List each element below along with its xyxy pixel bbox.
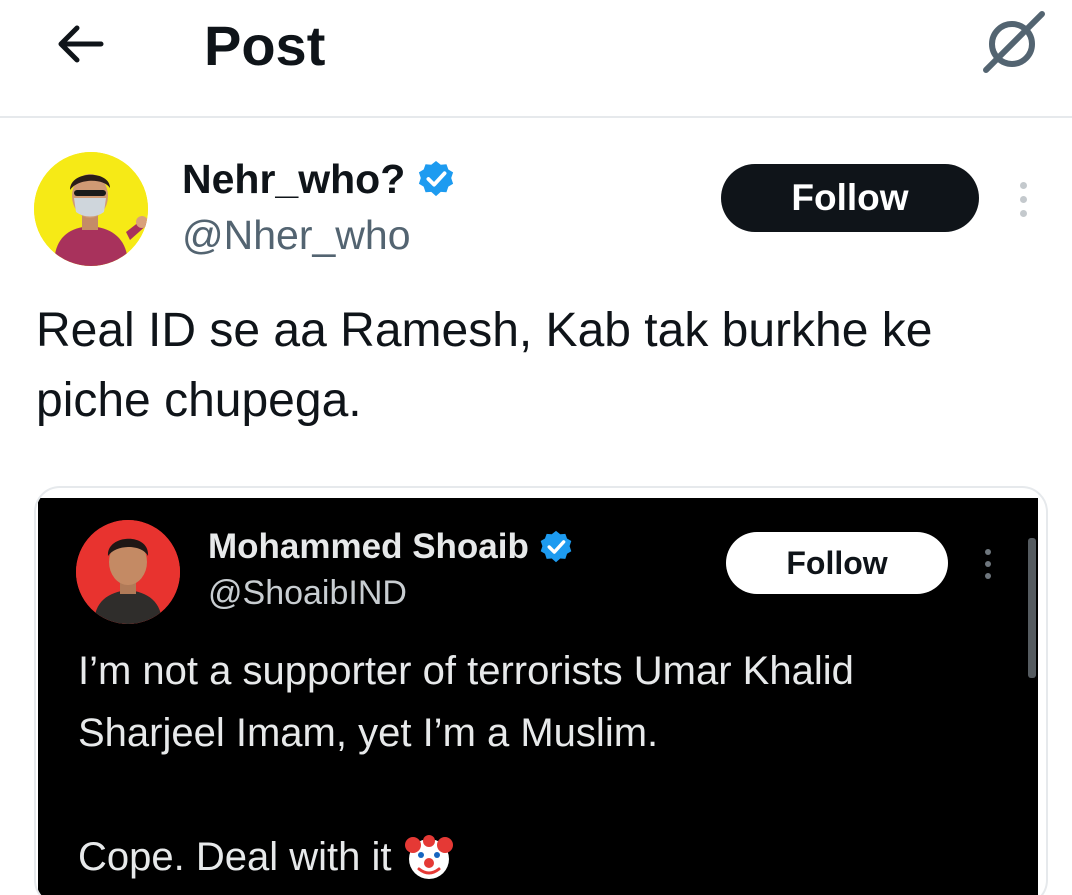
page-title: Post xyxy=(204,14,326,77)
more-vertical-icon xyxy=(1019,181,1027,189)
quoted-post-text: I’m not a supporter of terrorists Umar K… xyxy=(78,649,854,755)
arrow-left-icon xyxy=(58,25,104,63)
clown-face-icon xyxy=(405,835,454,879)
quoted-closing-text: Cope. Deal with it xyxy=(78,835,392,879)
quoted-more-icon xyxy=(978,544,998,584)
grok-button[interactable] xyxy=(975,6,1051,76)
quoted-closing-line: Cope. Deal with it xyxy=(78,826,455,888)
quoted-post-screenshot: Mohammed Shoaib @ShoaibIND Follow I’m no… xyxy=(38,498,1038,895)
top-app-bar: Post xyxy=(0,0,1072,118)
author-handle[interactable]: @Nher_who xyxy=(182,210,411,260)
quoted-display-name: Mohammed Shoaib xyxy=(208,526,573,568)
author-avatar[interactable] xyxy=(34,152,148,266)
attached-image-card[interactable]: Mohammed Shoaib @ShoaibIND Follow I’m no… xyxy=(34,486,1048,895)
grok-icon xyxy=(983,11,1045,73)
quoted-follow-button: Follow xyxy=(726,532,948,594)
author-name-text: Nehr_who? xyxy=(182,156,406,202)
quoted-handle: @ShoaibIND xyxy=(208,574,407,612)
more-options-button[interactable] xyxy=(1008,176,1038,222)
back-button[interactable] xyxy=(48,14,112,74)
follow-button[interactable]: Follow xyxy=(721,164,979,232)
quoted-name-text: Mohammed Shoaib xyxy=(208,527,529,566)
author-display-name[interactable]: Nehr_who? xyxy=(182,154,455,204)
quoted-verified-badge-icon xyxy=(540,530,572,563)
verified-badge-icon xyxy=(419,160,454,197)
quoted-author-avatar xyxy=(76,520,180,624)
quoted-scrollbar xyxy=(1028,538,1036,678)
post-text: Real ID se aa Ramesh, Kab tak burkhe ke … xyxy=(36,304,933,427)
